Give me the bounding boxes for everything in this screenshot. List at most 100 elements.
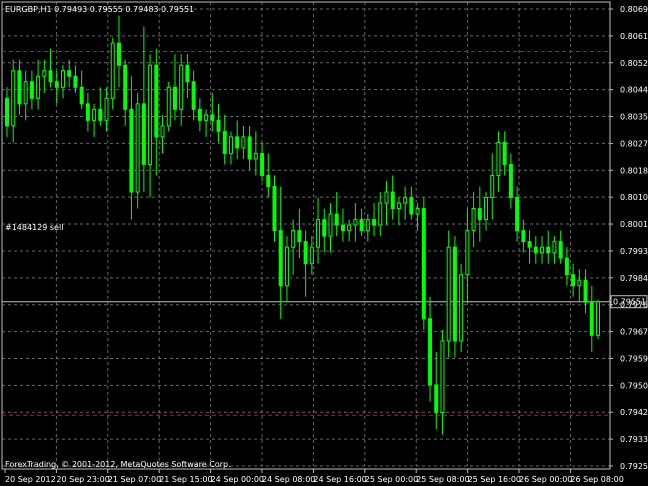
candle-body-bear [521,230,526,243]
candle[interactable] [446,230,451,358]
candle-body-bull [353,219,358,226]
candle-body-bull [490,174,495,199]
candle-body-bear [297,230,302,243]
y-tick-label: 0.79250 [620,462,648,471]
candle[interactable] [135,92,140,209]
candle-body-bull [253,152,258,160]
candle-body-bear [222,130,227,154]
candle-body-bear [116,42,121,66]
y-tick-label: 0.79335 [620,435,648,444]
candle-body-bull [291,230,296,248]
y-tick-label: 0.79845 [620,274,648,283]
candle-body-bear [589,301,594,336]
y-tick-label: 0.80185 [620,166,648,175]
candle-body-bull [365,219,370,232]
order-label: #1484129 sell [5,223,63,232]
x-tick-label: 20 Sep 2012 [5,475,56,484]
candle-body-bear [17,70,22,105]
candle-body-bull [465,230,470,276]
candle-body-bull [92,108,97,121]
candle-body-bear [508,163,513,199]
candle-body-bull [148,64,153,165]
x-tick-label: 25 Sep 00:00 [365,475,418,484]
candle-body-bull [160,125,165,138]
candle-body-bull [347,224,352,232]
candle-body-bull [60,70,65,88]
candle-body-bear [564,257,569,276]
candle-body-bull [110,42,115,99]
x-tick-label: 20 Sep 23:00 [56,475,109,484]
candle[interactable] [596,299,600,340]
candle[interactable] [166,81,171,132]
candle-body-bear [421,208,426,320]
candle-body-bear [452,246,457,342]
candle-body-bear [73,75,78,88]
candle[interactable] [459,263,464,352]
x-tick-label: 26 Sep 08:00 [570,475,623,484]
y-tick-label: 0.80610 [620,32,648,41]
y-tick-label: 0.79930 [620,247,648,256]
y-tick-label: 0.80015 [620,220,648,229]
candle-body-bull [415,208,420,215]
candle-body-bear [67,70,72,77]
candle-body-bear [123,64,128,110]
candle[interactable] [110,37,115,110]
candle[interactable] [421,197,426,330]
y-tick-label: 0.80695 [620,5,648,14]
candle-body-bull [23,81,28,105]
y-tick-label: 0.80525 [620,59,648,68]
candle-body-bear [260,152,265,176]
candle-body-bear [266,174,271,188]
candle-body-bear [533,246,538,254]
candle-body-bear [303,241,308,265]
candle-body-bull [104,97,109,121]
candle-body-bear [129,108,134,193]
candle-body-bear [197,108,202,121]
y-tick-label: 0.79420 [620,408,648,417]
candle-body-bull [328,213,333,237]
candle-body-bear [527,241,532,248]
candle-body-bull [577,279,582,287]
candle-body-bear [583,279,588,303]
candle-body-bear [48,70,53,83]
candle-body-bear [515,197,520,232]
price-chart[interactable]: 0.802350.79551 0.806950.806100.805250.80… [0,0,648,486]
candle-body-bull [446,246,451,342]
candle-body-bear [278,230,283,287]
x-tick-label: 24 Sep 16:00 [313,475,366,484]
candle-body-bear [154,64,159,138]
candle-body-bull [540,246,545,254]
candle-body-bear [141,103,146,165]
y-tick-label: 0.80100 [620,193,648,202]
candle-body-bear [428,318,433,386]
y-tick-label: 0.79760 [620,301,648,310]
candle-body-bear [571,274,576,287]
symbol-header: EURGBP,H1 0.79493 0.79555 0.79483 0.7955… [5,5,194,14]
candle-body-bear [85,103,90,121]
candle-body-bear [172,86,177,110]
candle-body-bear [359,219,364,232]
candle-body-bear [546,246,551,254]
x-tick-label: 26 Sep 00:00 [519,475,572,484]
candle-body-bear [216,119,221,132]
candle-body-bear [434,384,439,414]
y-tick-label: 0.80355 [620,113,648,122]
candle-body-bull [484,197,489,221]
y-tick-label: 0.79675 [620,328,648,337]
candle-body-bear [272,186,277,232]
candle-body-bull [471,208,476,232]
y-tick-label: 0.79505 [620,381,648,390]
x-tick-label: 21 Sep 07:00 [108,475,161,484]
candle-body-bear [477,208,482,221]
candle-body-bull [135,103,140,193]
candle-body-bear [210,114,215,121]
candle-body-bear [54,81,59,88]
candle-body-bull [166,86,171,127]
candle-body-bear [191,81,196,110]
candle-body-bear [185,64,190,83]
candle-body-bear [502,141,507,165]
candle-body-bull [596,301,600,336]
candle[interactable] [452,236,457,358]
candle-body-bull [309,246,314,265]
candle-body-bull [378,202,383,226]
